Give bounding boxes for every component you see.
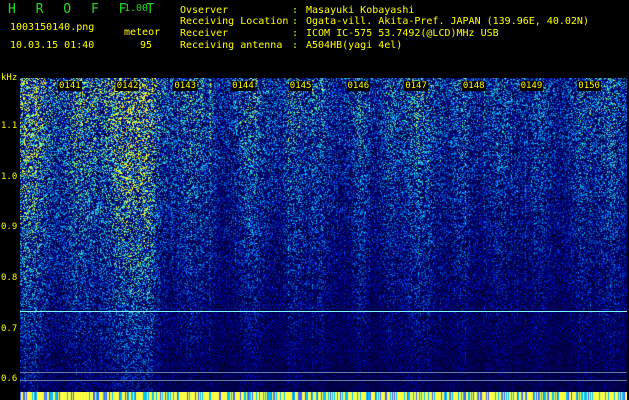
y-tick-label: 1.1 xyxy=(1,121,18,132)
x-tick-label: 0145 xyxy=(288,81,313,91)
x-tick-label: 0149 xyxy=(519,81,544,91)
info-sep-antenna: : xyxy=(292,40,299,51)
info-value-antenna: A504HB(yagi 4el) xyxy=(306,40,403,51)
y-tick-label: 0.8 xyxy=(1,273,18,284)
spectrogram-canvas xyxy=(20,78,627,392)
info-sep-location: : xyxy=(292,16,299,27)
header-panel: H R O F F T 1.00 1003150140.png 10.03.15… xyxy=(0,0,629,76)
x-tick-label: 0142 xyxy=(115,81,140,91)
carrier-line xyxy=(20,310,627,312)
filename-label: 1003150140.png xyxy=(10,22,95,33)
x-tick-label: 0141 xyxy=(58,81,82,91)
y-tick-label: 0.7 xyxy=(1,323,18,334)
info-value-location: Ogata-vill. Akita-Pref. JAPAN (139.96E, … xyxy=(306,16,589,27)
signal-level-bar xyxy=(20,392,627,400)
y-tick-label: 0.9 xyxy=(1,222,18,233)
info-value-receiver: ICOM IC-575 53.7492(@LCD)MHz USB xyxy=(306,28,499,39)
x-tick-label: 0144 xyxy=(231,81,255,91)
mode-label: meteor xyxy=(124,27,161,38)
x-tick-label: 0146 xyxy=(346,81,371,91)
x-tick-label: 0143 xyxy=(173,81,198,91)
carrier-line xyxy=(20,380,627,382)
y-tick-label: 1.0 xyxy=(1,171,18,182)
carrier-line xyxy=(20,371,627,373)
x-tick-label: 0148 xyxy=(461,81,486,91)
app-version: 1.00 xyxy=(124,3,149,14)
info-key-location: Receiving Location xyxy=(180,16,289,27)
count-label: 95 xyxy=(140,40,153,51)
y-axis-unit: kHz xyxy=(1,73,18,83)
spectrogram-plot xyxy=(20,78,627,392)
y-tick-label: 0.6 xyxy=(1,374,18,385)
datetime-label: 10.03.15 01:40 xyxy=(10,40,95,51)
info-key-receiver: Receiver xyxy=(180,28,229,39)
info-key-antenna: Receiving antenna xyxy=(180,40,283,51)
x-tick-label: 0147 xyxy=(404,81,428,91)
x-tick-label: 0150 xyxy=(577,81,601,91)
info-sep-receiver: : xyxy=(292,28,299,39)
